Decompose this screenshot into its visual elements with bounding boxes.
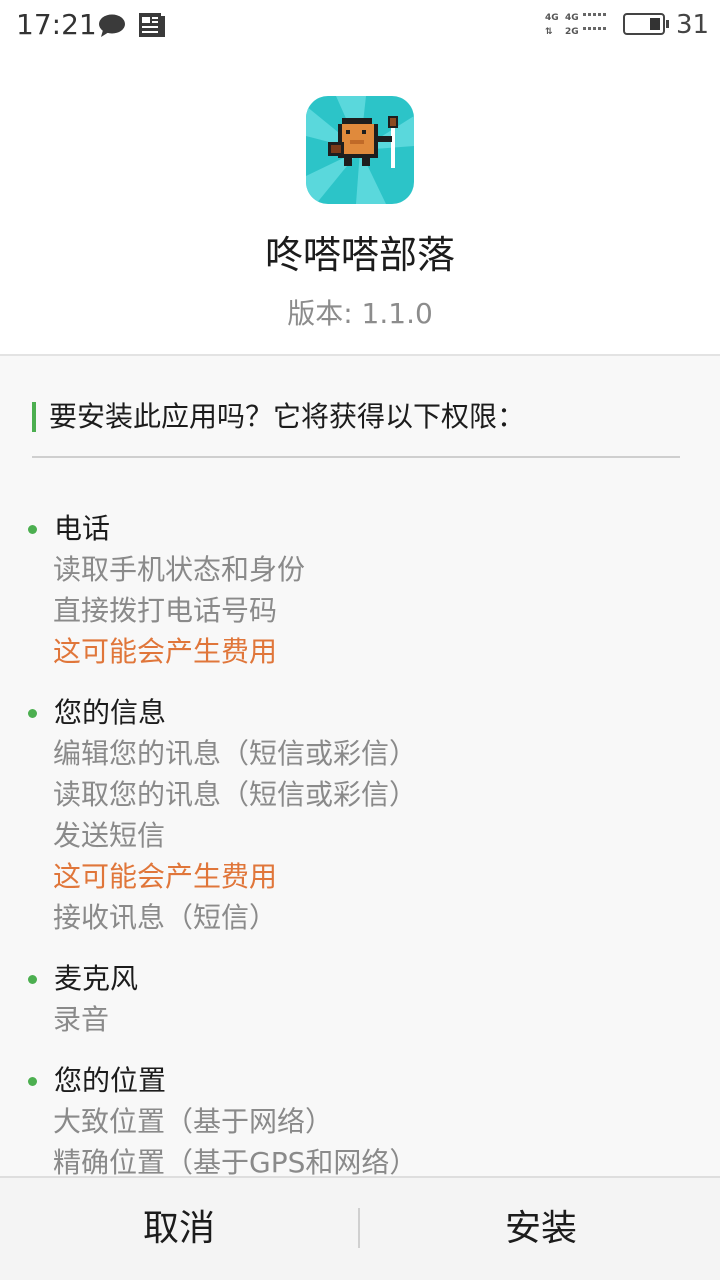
version-value: 1.1.0 bbox=[361, 297, 433, 330]
permission-item: 编辑您的讯息（短信或彩信） bbox=[53, 737, 418, 770]
permission-item: 发送短信 bbox=[53, 819, 166, 852]
app-name: 咚嗒嗒部落 bbox=[264, 233, 455, 277]
status-time: 17:21 bbox=[16, 8, 97, 41]
status-bar: 17:21 4G 4G 2G ⇅ 31 bbox=[0, 0, 720, 50]
app-header: 咚嗒嗒部落 版本: 1.1.0 bbox=[0, 50, 720, 356]
button-separator bbox=[358, 1208, 360, 1248]
permission-item: 大致位置（基于网络） bbox=[53, 1105, 334, 1138]
permission-item: 读取您的讯息（短信或彩信） bbox=[53, 778, 418, 811]
signal-bars-top bbox=[583, 13, 606, 16]
signal-icon: 4G 4G 2G ⇅ bbox=[545, 12, 617, 40]
network-type-label: 4G bbox=[565, 13, 579, 23]
accent-bar bbox=[32, 402, 36, 432]
permission-item: 读取手机状态和身份 bbox=[53, 553, 306, 586]
permission-group-title: 您的信息 bbox=[54, 696, 167, 729]
news-icon bbox=[138, 12, 166, 38]
message-icon bbox=[98, 14, 126, 38]
app-icon bbox=[306, 96, 414, 204]
battery-icon bbox=[623, 13, 669, 35]
permission-item: 精确位置（基于GPS和网络） bbox=[53, 1146, 418, 1176]
permission-item: 接收讯息（短信） bbox=[53, 901, 278, 934]
network-type-label: 4G bbox=[545, 13, 559, 23]
divider bbox=[32, 456, 680, 458]
permission-item: 录音 bbox=[53, 1003, 110, 1036]
bullet-icon bbox=[28, 975, 37, 984]
permission-cost-warning: 这可能会产生费用 bbox=[53, 635, 278, 668]
permission-item: 直接拨打电话号码 bbox=[53, 594, 278, 627]
network-type-label: 2G bbox=[565, 27, 579, 37]
install-question: 要安装此应用吗？它将获得以下权限： bbox=[32, 398, 680, 438]
signal-bars-bottom bbox=[583, 27, 606, 30]
install-button[interactable]: 安装 bbox=[362, 1178, 720, 1280]
permission-group-title: 您的位置 bbox=[54, 1064, 167, 1097]
bullet-icon bbox=[28, 1077, 37, 1086]
data-arrows-icon: ⇅ bbox=[545, 27, 553, 37]
bullet-icon bbox=[28, 525, 37, 534]
action-bar: 取消 安装 bbox=[0, 1176, 720, 1280]
permission-cost-warning: 这可能会产生费用 bbox=[53, 860, 278, 893]
cancel-button[interactable]: 取消 bbox=[0, 1178, 358, 1280]
version-label: 版本: bbox=[287, 297, 353, 330]
install-question-text: 要安装此应用吗？它将获得以下权限： bbox=[49, 400, 526, 433]
app-version: 版本: 1.1.0 bbox=[0, 294, 720, 334]
permissions-list[interactable]: 要安装此应用吗？它将获得以下权限： 电话 读取手机状态和身份 直接拨打电话号码 … bbox=[0, 356, 720, 1176]
battery-level: 31 bbox=[676, 10, 710, 40]
permission-group-title: 电话 bbox=[54, 512, 111, 545]
bullet-icon bbox=[28, 709, 37, 718]
permission-group-title: 麦克风 bbox=[54, 962, 139, 995]
